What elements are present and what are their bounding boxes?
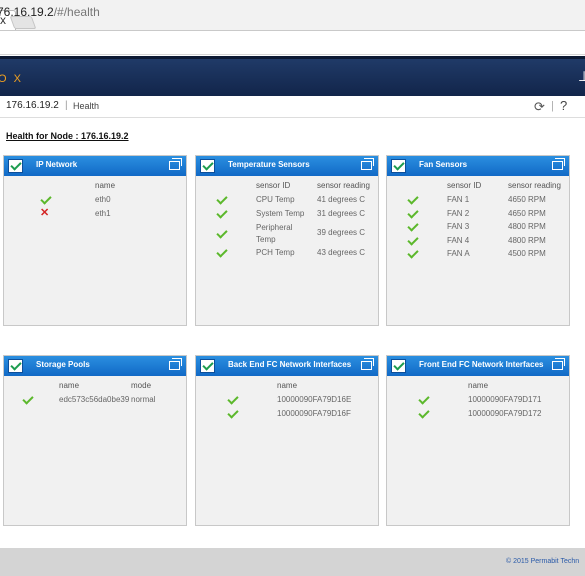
panel-title: Storage Pools: [36, 360, 90, 369]
footer-copyright[interactable]: © 2015 Permabit Techn: [506, 558, 579, 565]
column-header-name: name: [95, 181, 116, 190]
ok-check-icon: [407, 223, 417, 231]
table-cell: 4500 RPM: [508, 249, 546, 258]
ok-check-icon: [407, 250, 417, 258]
maximize-icon[interactable]: [361, 358, 374, 370]
status-check-icon: [200, 159, 215, 173]
ok-check-icon: [407, 237, 417, 245]
table-cell: FAN A: [447, 249, 470, 258]
table-cell: edc573c56da0be39: [59, 395, 130, 404]
panel-title: Fan Sensors: [419, 160, 468, 169]
panel-header: IP Network: [4, 156, 186, 176]
ok-check-icon: [40, 196, 50, 204]
toolbar-divider: |: [551, 100, 554, 112]
page-title: Health for Node : 176.16.19.2: [6, 131, 129, 141]
ok-check-icon: [216, 196, 226, 204]
app-header: [0, 56, 585, 96]
panel-title: Back End FC Network Interfaces: [228, 360, 352, 369]
column-header-sensor-reading: sensor reading: [317, 181, 370, 190]
url-host: 76.16.19.2: [0, 5, 54, 19]
table-cell: 43 degrees C: [317, 248, 366, 257]
column-header-sensor-id: sensor ID: [256, 181, 291, 190]
maximize-icon[interactable]: [552, 358, 565, 370]
table-cell: eth1: [95, 209, 111, 218]
table-cell: FAN 1: [447, 195, 470, 204]
breadcrumb-separator: |: [65, 100, 68, 111]
panel-header: Storage Pools: [4, 356, 186, 376]
breadcrumb-node[interactable]: 176.16.19.2: [6, 100, 59, 111]
ok-check-icon: [216, 230, 226, 238]
table-cell: FAN 3: [447, 222, 470, 231]
table-cell: CPU Temp: [256, 195, 295, 204]
table-cell: 4650 RPM: [508, 209, 546, 218]
address-bar[interactable]: [0, 30, 585, 55]
status-check-icon: [8, 359, 23, 373]
column-header-name: name: [277, 381, 298, 390]
address-bar-url[interactable]: 76.16.19.2/#/health: [0, 5, 100, 19]
panel-title: Temperature Sensors: [228, 160, 310, 169]
panel-storage-pools: Storage Pools: [3, 355, 187, 526]
column-header-name: name: [59, 381, 80, 390]
panel-title: Front End FC Network Interfaces: [419, 360, 544, 369]
maximize-icon[interactable]: [169, 158, 182, 170]
table-cell: 4650 RPM: [508, 195, 546, 204]
table-cell: 4800 RPM: [508, 222, 546, 231]
refresh-icon[interactable]: ⟳: [534, 99, 545, 115]
ok-check-icon: [418, 410, 428, 418]
ok-check-icon: [216, 249, 226, 257]
panel-header: Fan Sensors: [387, 156, 569, 176]
footer: [0, 548, 585, 576]
table-cell: 4800 RPM: [508, 236, 546, 245]
error-x-icon: ✕: [40, 207, 50, 219]
table-cell: 10000090FA79D171: [468, 395, 542, 404]
ok-check-icon: [418, 396, 428, 404]
table-cell: 41 degrees C: [317, 195, 366, 204]
column-header-sensor-reading: sensor reading: [508, 181, 561, 190]
maximize-icon[interactable]: [361, 158, 374, 170]
maximize-icon[interactable]: [552, 158, 565, 170]
panel-title: IP Network: [36, 160, 78, 169]
maximize-icon[interactable]: [169, 358, 182, 370]
ok-check-icon: [227, 396, 237, 404]
user-icon[interactable]: ⊥: [578, 68, 585, 85]
ok-check-icon: [227, 410, 237, 418]
panel-header: Temperature Sensors: [196, 156, 378, 176]
table-cell: 10000090FA79D16E: [277, 395, 352, 404]
column-header-name: name: [468, 381, 489, 390]
panel-header: Front End FC Network Interfaces: [387, 356, 569, 376]
ok-check-icon: [407, 196, 417, 204]
help-icon[interactable]: ?: [560, 98, 567, 113]
table-cell: 10000090FA79D16F: [277, 409, 351, 418]
ok-check-icon: [22, 396, 32, 404]
table-cell: FAN 2: [447, 209, 470, 218]
panel-header: Back End FC Network Interfaces: [196, 356, 378, 376]
ok-check-icon: [216, 210, 226, 218]
status-check-icon: [391, 359, 406, 373]
ok-check-icon: [407, 210, 417, 218]
table-cell: 39 degrees C: [317, 228, 366, 237]
column-header-mode: mode: [131, 381, 152, 390]
url-path: /#/health: [53, 5, 100, 19]
table-cell: 31 degrees C: [317, 209, 366, 218]
status-check-icon: [391, 159, 406, 173]
table-cell: 10000090FA79D172: [468, 409, 542, 418]
header-accent: [0, 56, 585, 59]
table-cell: PCH Temp: [256, 248, 295, 257]
table-cell: System Temp: [256, 209, 305, 218]
status-check-icon: [8, 159, 23, 173]
table-cell: Peripheral Temp: [256, 223, 293, 244]
app-logo: O X: [0, 73, 23, 85]
table-cell: normal: [131, 395, 156, 404]
breadcrumb-current: Health: [73, 101, 100, 111]
table-cell: eth0: [95, 195, 111, 204]
table-cell: FAN 4: [447, 236, 470, 245]
status-check-icon: [200, 359, 215, 373]
column-header-sensor-id: sensor ID: [447, 181, 482, 190]
